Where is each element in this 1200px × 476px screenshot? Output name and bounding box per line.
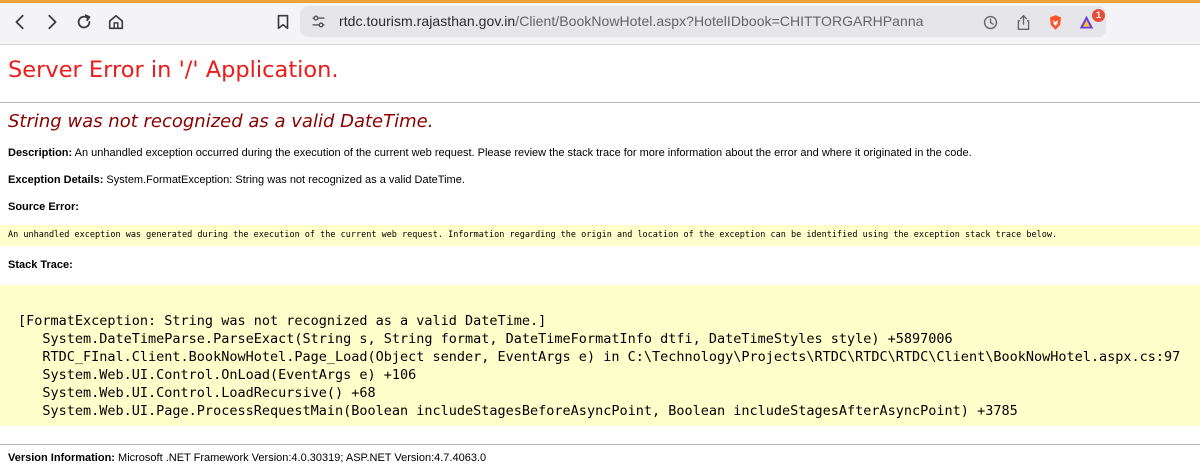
exception-details-line: Exception Details: System.FormatExceptio… — [8, 174, 465, 186]
brave-shield-icon — [1049, 14, 1061, 30]
bookmark-icon — [277, 14, 289, 30]
forward-button[interactable] — [39, 9, 65, 35]
stack-trace-line: System.DateTimeParse.ParseExact(String s… — [18, 331, 953, 347]
address-bar[interactable]: rtdc.tourism.rajasthan.gov.in/Client/Boo… — [300, 6, 1106, 37]
source-error-box: An unhandled exception was generated dur… — [0, 225, 1200, 246]
stack-trace-line: System.Web.UI.Page.ProcessRequestMain(Bo… — [18, 403, 1018, 419]
version-label: Version Information: — [8, 452, 115, 464]
description-text: An unhandled exception occurred during t… — [74, 147, 972, 159]
description-line: Description: An unhandled exception occu… — [8, 147, 972, 159]
exception-label: Exception Details: — [8, 174, 104, 186]
title-divider — [0, 102, 1200, 103]
home-button[interactable] — [103, 9, 129, 35]
bookmark-button[interactable] — [270, 9, 296, 35]
reload-button[interactable] — [71, 9, 97, 35]
source-error-text: An unhandled exception was generated dur… — [8, 230, 1058, 240]
version-divider — [0, 444, 1200, 445]
site-settings-icon[interactable] — [310, 13, 327, 30]
stack-trace-heading: Stack Trace: — [8, 259, 73, 271]
exception-text: System.FormatException: String was not r… — [106, 174, 465, 186]
page-title: Server Error in '/' Application. — [8, 57, 339, 83]
error-heading: String was not recognized as a valid Dat… — [8, 111, 434, 132]
browser-toolbar: rtdc.tourism.rajasthan.gov.in/Client/Boo… — [0, 0, 1200, 45]
share-icon — [1017, 14, 1029, 30]
forward-icon — [48, 14, 57, 30]
version-information-line: Version Information: Microsoft .NET Fram… — [8, 452, 486, 464]
stack-trace-line: System.Web.UI.Control.LoadRecursive() +6… — [18, 385, 376, 401]
history-button[interactable] — [980, 12, 1000, 32]
stack-trace-line: [FormatException: String was not recogni… — [18, 313, 547, 329]
version-text: Microsoft .NET Framework Version:4.0.303… — [118, 452, 487, 464]
back-icon — [15, 14, 24, 30]
extension-badge: 1 — [1092, 9, 1105, 22]
stack-trace-label: Stack Trace: — [8, 259, 73, 271]
home-icon — [108, 14, 124, 30]
url-path: /Client/BookNowHotel.aspx?HotelIDbook=CH… — [515, 13, 924, 29]
source-error-heading: Source Error: — [8, 201, 79, 213]
description-label: Description: — [8, 147, 73, 159]
reload-icon — [77, 14, 91, 29]
stack-trace-line: RTDC_FInal.Client.BookNowHotel.Page_Load… — [18, 349, 1181, 365]
source-error-label: Source Error: — [8, 201, 79, 213]
history-icon — [983, 15, 997, 29]
back-button[interactable] — [7, 9, 33, 35]
share-button[interactable] — [1013, 12, 1033, 32]
url-host: rtdc.tourism.rajasthan.gov.in — [339, 13, 516, 29]
stack-trace-box: [FormatException: String was not recogni… — [0, 285, 1200, 426]
stack-trace-line: System.Web.UI.Control.OnLoad(EventArgs e… — [18, 367, 417, 383]
toolbar-accent-line — [0, 0, 1200, 3]
url-text[interactable]: rtdc.tourism.rajasthan.gov.in/Client/Boo… — [339, 13, 924, 29]
brave-shield-button[interactable] — [1045, 12, 1065, 32]
